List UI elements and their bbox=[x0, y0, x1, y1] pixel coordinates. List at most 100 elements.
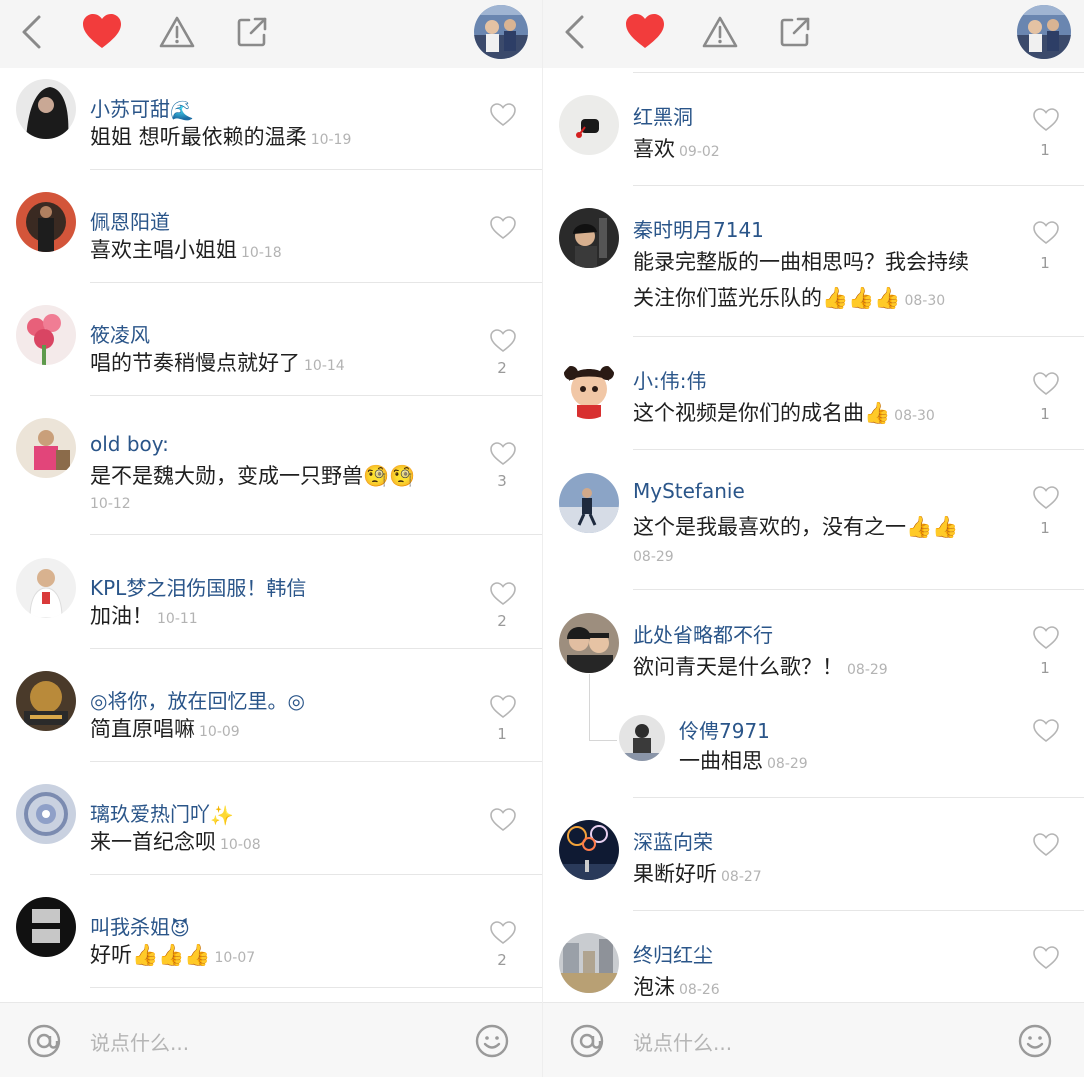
comment-username[interactable]: 秦时明月7141 bbox=[633, 214, 764, 243]
heart-outline-icon[interactable] bbox=[490, 695, 516, 719]
heart-outline-icon[interactable] bbox=[490, 808, 516, 832]
avatar[interactable] bbox=[559, 208, 619, 268]
comment-list[interactable]: 红黑洞 喜欢 09-02 1 秦时明月7141 能录完整版的一曲相思吗？我会持续 … bbox=[543, 68, 1084, 1002]
comment-time: 08-30 bbox=[894, 408, 935, 424]
smile-icon[interactable] bbox=[474, 1023, 510, 1059]
like-count: 1 bbox=[1040, 141, 1050, 159]
comment-time: 10-09 bbox=[199, 724, 240, 740]
avatar[interactable] bbox=[16, 79, 76, 139]
heart-outline-icon[interactable] bbox=[1033, 719, 1059, 743]
comment-username[interactable]: 红黑洞 bbox=[633, 101, 693, 130]
like-count: 2 bbox=[497, 359, 507, 377]
heart-outline-icon[interactable] bbox=[490, 216, 516, 240]
heart-outline-icon[interactable] bbox=[490, 103, 516, 127]
comment-text: 简直原唱嘛 10-09 bbox=[90, 717, 240, 741]
comment-username[interactable]: ◎将你，放在回忆里。◎ bbox=[90, 685, 305, 714]
user-avatar[interactable] bbox=[1017, 5, 1071, 59]
avatar[interactable] bbox=[559, 473, 619, 533]
comment-input[interactable]: 说点什么... bbox=[633, 1027, 732, 1056]
heart-outline-icon[interactable] bbox=[1033, 486, 1059, 510]
comment-username[interactable]: 小苏可甜🌊 bbox=[90, 93, 194, 122]
comment-text: 欲问青天是什么歌？！ 08-29 bbox=[633, 655, 888, 679]
comment-time: 10-11 bbox=[157, 611, 198, 627]
avatar[interactable] bbox=[16, 558, 76, 618]
comment-username[interactable]: MyStefanie bbox=[633, 479, 745, 503]
comment-text: 能录完整版的一曲相思吗？我会持续 bbox=[633, 250, 969, 274]
chevron-left-icon[interactable] bbox=[10, 12, 54, 52]
chevron-left-icon[interactable] bbox=[553, 12, 597, 52]
avatar[interactable] bbox=[559, 933, 619, 993]
comment-text: 是不是魏大勋，变成一只野兽🧐🧐 bbox=[90, 464, 416, 488]
divider bbox=[633, 449, 1084, 450]
warning-icon[interactable] bbox=[698, 12, 742, 52]
like-count: 1 bbox=[497, 725, 507, 743]
heart-icon[interactable] bbox=[80, 12, 124, 52]
like-count: 3 bbox=[497, 472, 507, 490]
comment-username[interactable]: 伶俜7971 bbox=[679, 715, 770, 744]
user-avatar[interactable] bbox=[474, 5, 528, 59]
comment-time: 08-29 bbox=[847, 662, 888, 678]
comment-username[interactable]: KPL梦之泪伤国服！韩信 bbox=[90, 572, 306, 601]
avatar[interactable] bbox=[16, 784, 76, 844]
avatar[interactable] bbox=[619, 715, 665, 761]
heart-outline-icon[interactable] bbox=[1033, 372, 1059, 396]
heart-icon[interactable] bbox=[623, 12, 667, 52]
at-icon[interactable] bbox=[569, 1023, 605, 1059]
avatar[interactable] bbox=[16, 671, 76, 731]
divider bbox=[633, 589, 1084, 590]
avatar[interactable] bbox=[16, 192, 76, 252]
comment-text: 这个是我最喜欢的，没有之一👍👍 bbox=[633, 515, 959, 539]
comment-username[interactable]: 璃玖爱热门吖✨ bbox=[90, 798, 234, 827]
divider bbox=[633, 185, 1084, 186]
comment-input[interactable]: 说点什么... bbox=[90, 1027, 189, 1056]
heart-outline-icon[interactable] bbox=[490, 582, 516, 606]
heart-outline-icon[interactable] bbox=[490, 329, 516, 353]
avatar[interactable] bbox=[559, 359, 619, 419]
comment-username[interactable]: 此处省略都不行 bbox=[633, 619, 773, 648]
avatar[interactable] bbox=[16, 305, 76, 365]
comment-list[interactable]: 小苏可甜🌊 姐姐 想听最依赖的温柔 10-19 佩恩阳道 喜欢主唱小姐姐 10-18 bbox=[0, 68, 542, 1002]
comment-text: 关注你们蓝光乐队的👍👍👍 08-30 bbox=[633, 286, 946, 310]
heart-outline-icon[interactable] bbox=[1033, 108, 1059, 132]
avatar[interactable] bbox=[559, 95, 619, 155]
comment-time: 08-27 bbox=[721, 869, 762, 885]
smile-icon[interactable] bbox=[1017, 1023, 1053, 1059]
comment-username[interactable]: 终归红尘 bbox=[633, 939, 713, 968]
heart-outline-icon[interactable] bbox=[1033, 946, 1059, 970]
comment-username[interactable]: 深蓝向荣 bbox=[633, 826, 713, 855]
avatar[interactable] bbox=[559, 820, 619, 880]
at-icon[interactable] bbox=[26, 1023, 62, 1059]
comment-text: 喜欢主唱小姐姐 10-18 bbox=[90, 238, 282, 262]
avatar[interactable] bbox=[559, 613, 619, 673]
heart-outline-icon[interactable] bbox=[490, 921, 516, 945]
comment-username[interactable]: 叫我杀姐😈 bbox=[90, 911, 190, 940]
heart-outline-icon[interactable] bbox=[490, 442, 516, 466]
like-count: 1 bbox=[1040, 659, 1050, 677]
comment-time: 10-12 bbox=[90, 496, 131, 512]
comment-text: 这个视频是你们的成名曲👍 08-30 bbox=[633, 401, 935, 425]
heart-outline-icon[interactable] bbox=[1033, 833, 1059, 857]
warning-icon[interactable] bbox=[155, 12, 199, 52]
avatar[interactable] bbox=[16, 418, 76, 478]
comment-username[interactable]: 小:伟:伟 bbox=[633, 365, 706, 394]
share-icon[interactable] bbox=[230, 12, 274, 52]
comment-time: 10-19 bbox=[310, 132, 352, 148]
comment-username[interactable]: 佩恩阳道 bbox=[90, 206, 170, 235]
comment-username[interactable]: old boy: bbox=[90, 432, 169, 456]
like-count: 1 bbox=[1040, 519, 1050, 537]
heart-outline-icon[interactable] bbox=[1033, 221, 1059, 245]
comment-username[interactable]: 筱凌风 bbox=[90, 319, 150, 348]
like-count: 2 bbox=[497, 612, 507, 630]
divider bbox=[90, 282, 542, 283]
comment-time: 08-29 bbox=[767, 756, 808, 772]
comments-panel-left: 小苏可甜🌊 姐姐 想听最依赖的温柔 10-19 佩恩阳道 喜欢主唱小姐姐 10-18 bbox=[0, 0, 542, 1077]
avatar[interactable] bbox=[16, 897, 76, 957]
like-count: 1 bbox=[1040, 405, 1050, 423]
share-icon[interactable] bbox=[773, 12, 817, 52]
comment-text: 姐姐 想听最依赖的温柔 10-19 bbox=[90, 125, 352, 149]
heart-outline-icon[interactable] bbox=[1033, 626, 1059, 650]
top-bar bbox=[0, 0, 542, 68]
screenshot-stage: 小苏可甜🌊 姐姐 想听最依赖的温柔 10-19 佩恩阳道 喜欢主唱小姐姐 10-18 bbox=[0, 0, 1084, 1077]
comment-time: 10-14 bbox=[304, 358, 345, 374]
comment-time: 10-08 bbox=[220, 837, 261, 853]
